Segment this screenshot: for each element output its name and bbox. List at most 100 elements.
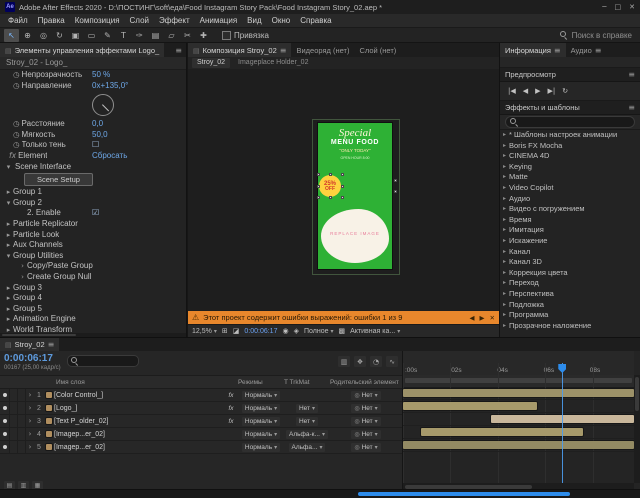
menu-item[interactable]: Композиция [70, 16, 125, 25]
magnification-dropdown[interactable]: 12,5% [192, 328, 217, 335]
effects-category-item[interactable]: Аудио [500, 194, 640, 205]
effect-group-row[interactable]: ▸ Aux Channels [0, 240, 186, 251]
layer-row[interactable]: 4 [Imagep...er_02] Нормаль Альфа-к... Не… [0, 428, 402, 441]
layer-visibility-icon[interactable] [0, 428, 10, 440]
layer-audio-cell[interactable] [10, 428, 18, 440]
layer-solo-cell[interactable] [18, 428, 26, 440]
selection-handle[interactable] [394, 190, 397, 193]
layer-trkmat-dropdown[interactable]: Альфа... [284, 441, 330, 453]
layer-trkmat-dropdown[interactable]: Нет [284, 415, 330, 427]
effects-category-item[interactable]: Коррекция цвета [500, 268, 640, 279]
selection-handle[interactable] [329, 196, 332, 199]
pan-behind-tool[interactable]: ▣ [68, 29, 83, 42]
selection-tool[interactable]: ↖ [4, 28, 19, 42]
scroll-thumb[interactable] [2, 334, 77, 336]
twirl-icon[interactable] [500, 236, 509, 247]
layer-fx-badge[interactable] [224, 428, 238, 440]
effects-category-item[interactable]: Время [500, 215, 640, 226]
next-error-icon[interactable] [480, 314, 485, 322]
layer-mode-dropdown[interactable]: Нормаль [238, 441, 284, 453]
layer-row[interactable]: 3 [Text P_older_02] fx Нормаль Нет Нет [0, 415, 402, 428]
layer-mode-dropdown[interactable]: Нормаль [238, 389, 284, 401]
selection-handle[interactable] [341, 173, 344, 176]
effect-property-row[interactable]: ◷ Только тень ☐ [0, 140, 186, 151]
effects-category-item[interactable]: Matte [500, 172, 640, 183]
twirl-icon[interactable] [500, 278, 509, 289]
twirl-icon[interactable]: ▸ [4, 219, 13, 230]
loop-button[interactable]: ↻ [562, 87, 568, 95]
resolution-dropdown[interactable]: Полное [304, 328, 334, 335]
hand-tool[interactable]: ⊕ [20, 29, 35, 42]
effects-category-item[interactable]: * Шаблоны настроек анимации [500, 130, 640, 141]
effect-property-row[interactable]: ◷ Расстояние 0,0 [0, 119, 186, 130]
current-time-indicator[interactable] [558, 363, 567, 483]
effect-property-row[interactable]: ▾ Scene Interface [0, 162, 186, 173]
layer-trkmat-dropdown[interactable]: Альфа-к... [284, 428, 330, 440]
twirl-icon[interactable] [500, 321, 509, 332]
layer-duration-bar[interactable] [403, 441, 634, 449]
layer-audio-cell[interactable] [10, 402, 18, 414]
grid-guides-icon[interactable] [222, 327, 228, 335]
effects-category-item[interactable]: Boris FX Mocha [500, 141, 640, 152]
layer-name[interactable]: [Imagep...er_02] [54, 428, 224, 440]
panel-menu-icon[interactable] [48, 340, 55, 349]
layer-visibility-icon[interactable] [0, 415, 10, 427]
layer-twirl-icon[interactable] [26, 441, 34, 453]
layer-name[interactable]: [Text P_older_02] [54, 415, 224, 427]
twirl-icon[interactable] [500, 310, 509, 321]
layer-row[interactable]: 2 [Logo_] fx Нормаль Нет Нет [0, 402, 402, 415]
panel-menu-icon[interactable] [554, 46, 561, 55]
composition-viewport[interactable]: Special MENU FOOD "ONLY TODAY" OPEN HOUR… [188, 69, 499, 311]
layer-twirl-icon[interactable] [26, 415, 34, 427]
twirl-icon[interactable] [500, 151, 509, 162]
pickwhip-icon[interactable] [354, 405, 359, 412]
scroll-thumb[interactable] [635, 377, 639, 411]
layer-row[interactable]: 5 [Imagep...er_02] Нормаль Альфа... Нет [0, 441, 402, 454]
tab-effect-controls[interactable]: Элементы управления эффектами Logo_ [0, 43, 165, 57]
layer-fx-badge[interactable]: fx [224, 389, 238, 401]
snapshot-icon[interactable] [282, 327, 288, 335]
layer-twirl-icon[interactable] [26, 402, 34, 414]
property-value[interactable]: 0x+135,0° [92, 81, 128, 92]
selection-handle[interactable] [317, 185, 320, 188]
layer-label-swatch[interactable] [44, 441, 54, 453]
timeline-vertical-scrollbar[interactable] [634, 375, 640, 483]
group-checkbox[interactable]: ☑ [92, 208, 99, 219]
twirl-icon[interactable]: › [18, 272, 27, 283]
layer-label-swatch[interactable] [44, 402, 54, 414]
nav-comp-child[interactable]: Imageplace Holder_02 [233, 58, 313, 68]
twirl-icon[interactable]: ▸ [4, 240, 13, 251]
effect-group-row[interactable]: ▸ Particle Look [0, 230, 186, 241]
twirl-icon[interactable] [500, 300, 509, 311]
tab-composition[interactable]: Композиция Stroy_02 [188, 43, 292, 57]
effects-category-item[interactable]: Перспектива [500, 289, 640, 300]
twirl-icon[interactable]: ▾ [4, 162, 13, 173]
frame-blending-icon[interactable]: ❖ [354, 356, 366, 367]
panel-menu-icon[interactable] [175, 46, 186, 55]
pen-tool[interactable]: ✎ [100, 29, 115, 42]
effects-category-item[interactable]: Подложка [500, 300, 640, 311]
maximize-button[interactable]: □ [615, 3, 622, 11]
column-modes[interactable]: Режимы [238, 379, 284, 386]
minimize-button[interactable]: ─ [602, 3, 606, 11]
layer-solo-cell[interactable] [18, 441, 26, 453]
effect-group-row[interactable]: ▾ Group 2 [0, 198, 186, 209]
layer-fx-badge[interactable] [224, 441, 238, 453]
layer-label-swatch[interactable] [44, 428, 54, 440]
timeline-zoom-thumb[interactable] [358, 492, 570, 496]
twirl-icon[interactable] [500, 141, 509, 152]
selection-handle[interactable] [317, 196, 320, 199]
panel-menu-icon[interactable] [628, 70, 635, 79]
column-layer-name[interactable]: Имя слоя [54, 379, 238, 386]
mask-shape-tool[interactable]: ▭ [84, 29, 99, 42]
pickwhip-icon[interactable] [354, 418, 359, 425]
twirl-icon[interactable]: ▸ [4, 283, 13, 294]
selection-handle[interactable] [394, 179, 397, 182]
layer-trkmat-dropdown[interactable]: Нет [284, 402, 330, 414]
twirl-icon[interactable] [500, 183, 509, 194]
twirl-icon[interactable]: ▾ [4, 198, 13, 209]
stopwatch-icon[interactable]: ◷ [13, 81, 20, 92]
selection-handle[interactable] [341, 185, 344, 188]
layer-mode-dropdown[interactable]: Нормаль [238, 428, 284, 440]
tab-info[interactable]: Информация [500, 43, 566, 57]
